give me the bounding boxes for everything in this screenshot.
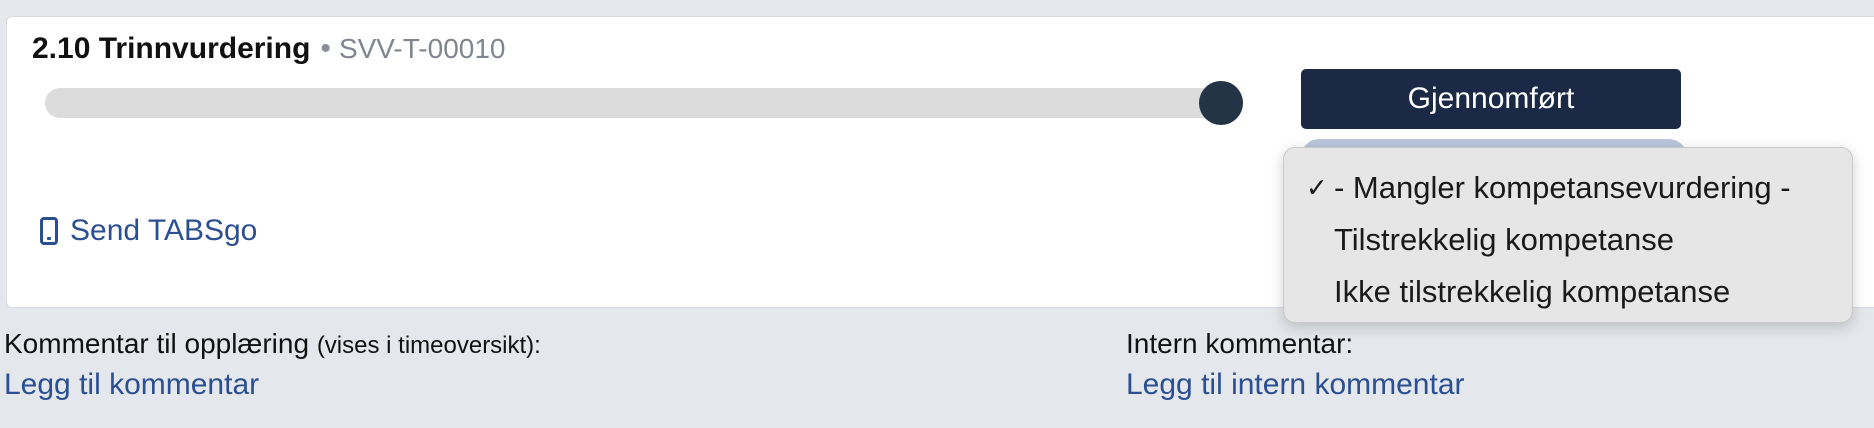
add-training-comment-link[interactable]: Legg til kommentar [4, 368, 541, 402]
dropdown-option-label: - Mangler kompetansevurdering - [1334, 170, 1791, 205]
title-separator: • [320, 32, 331, 65]
task-title: 2.10 Trinnvurdering [32, 32, 311, 65]
internal-comment-label: Intern kommentar: [1126, 328, 1354, 359]
task-header: 2.10 Trinnvurdering • SVV-T-00010 [32, 32, 506, 66]
send-tabsgo-link[interactable]: Send TABSgo [40, 214, 257, 248]
dropdown-option-label: Tilstrekkelig kompetanse [1334, 222, 1674, 257]
training-comment-title: Kommentar til opplæring [4, 328, 310, 359]
internal-comment-section: Intern kommentar: Legg til intern kommen… [1126, 328, 1465, 402]
checkmark-icon: ✓ [1306, 172, 1328, 203]
dropdown-option-sufficient[interactable]: Tilstrekkelig kompetanse [1284, 214, 1852, 266]
progress-slider-track[interactable] [45, 88, 1243, 118]
send-tabsgo-label: Send TABSgo [70, 214, 258, 247]
phone-icon [40, 217, 58, 245]
task-code: SVV-T-00010 [338, 33, 506, 64]
dropdown-option-missing[interactable]: ✓ - Mangler kompetansevurdering - [1284, 162, 1852, 214]
dropdown-option-label: Ikke tilstrekkelig kompetanse [1334, 274, 1731, 309]
dropdown-option-insufficient[interactable]: Ikke tilstrekkelig kompetanse [1284, 266, 1852, 318]
progress-slider-thumb[interactable] [1199, 81, 1243, 125]
competence-dropdown-menu: ✓ - Mangler kompetansevurdering - Tilstr… [1283, 147, 1853, 323]
training-comment-section: Kommentar til opplæring (vises i timeove… [4, 328, 541, 402]
add-internal-comment-link[interactable]: Legg til intern kommentar [1126, 368, 1465, 402]
completed-button[interactable]: Gjennomført [1301, 69, 1681, 129]
training-comment-label: Kommentar til opplæring (vises i timeove… [4, 328, 541, 360]
training-comment-hint: (vises i timeoversikt): [316, 332, 541, 359]
page: 2.10 Trinnvurdering • SVV-T-00010 Gjenno… [0, 0, 1874, 428]
